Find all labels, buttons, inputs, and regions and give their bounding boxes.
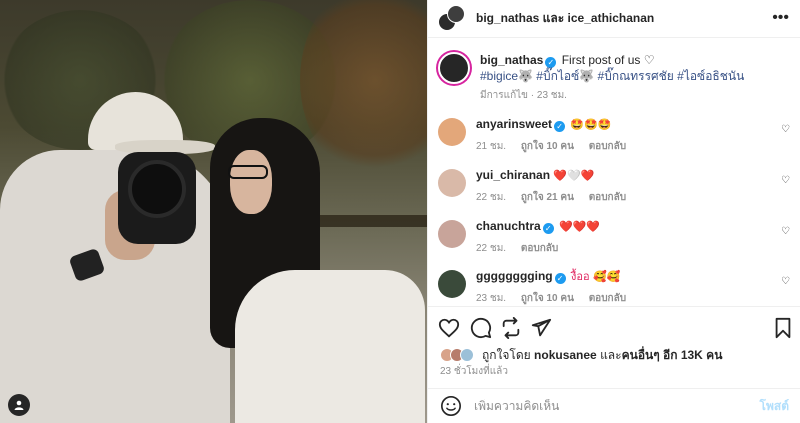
photo-woman-face (230, 150, 272, 214)
caption-meta: มีการแก้ไข · 23 ชม. (480, 90, 567, 101)
comment-likes[interactable]: ถูกใจ 21 คน (521, 192, 574, 203)
caption-username[interactable]: big_nathas (480, 53, 543, 67)
reply-button[interactable]: ตอบกลับ (589, 293, 626, 304)
verified-badge-icon: ✓ (554, 273, 566, 284)
comment-item: anyarinsweet ✓ 🤩🤩🤩 21 ชม. ถูกใจ 10 คน ตอบ… (438, 116, 794, 155)
comment-text: 🤩🤩🤩 (570, 118, 612, 131)
post-comment-button[interactable]: โพสต์ (760, 397, 789, 416)
photo-glasses (228, 165, 268, 179)
share-icon[interactable] (500, 317, 522, 339)
likes-user[interactable]: nokusanee (534, 348, 597, 362)
comment-username[interactable]: gggggggging (476, 269, 553, 283)
likes-middle: และ (596, 348, 622, 362)
reply-button[interactable]: ตอบกลับ (589, 192, 626, 203)
post-caption: big_nathas ✓ First post of us ♡ #bigice🐺 … (438, 52, 788, 104)
avatar[interactable] (438, 52, 470, 84)
send-icon[interactable] (530, 317, 552, 339)
comment-username[interactable]: anyarinsweet (476, 117, 552, 131)
user-tag-icon[interactable] (8, 394, 30, 416)
small-heart-icon[interactable]: ♡ (781, 175, 790, 186)
comment-text: งื้ออ 🥰🥰 (570, 270, 621, 283)
avatar[interactable] (438, 118, 466, 146)
likes-summary[interactable]: ถูกใจโดย nokusanee และคนอื่นๆ อีก 13K คน (440, 346, 722, 365)
comment-item: yui_chiranan ❤️🤍❤️ 22 ชม. ถูกใจ 21 คน ตอ… (438, 167, 794, 206)
small-heart-icon[interactable]: ♡ (781, 276, 790, 287)
liker-avatars (440, 347, 476, 364)
verified-badge-icon: ✓ (554, 121, 566, 132)
comment-item: gggggggging ✓ งื้ออ 🥰🥰 23 ชม. ถูกใจ 10 คน… (438, 268, 794, 307)
reply-button[interactable]: ตอบกลับ (521, 243, 558, 254)
post-authors[interactable]: big_nathas และ ice_athichanan (476, 9, 654, 28)
reply-button[interactable]: ตอบกลับ (589, 141, 626, 152)
small-heart-icon[interactable]: ♡ (781, 124, 790, 135)
comment-likes[interactable]: ถูกใจ 10 คน (521, 293, 574, 304)
verified-badge-icon: ✓ (545, 57, 557, 68)
photo-foliage (300, 0, 427, 180)
caption-hashtags[interactable]: #bigice🐺 #บิ๊กไอซ์🐺 #บิ๊กณทรรศชัย #ไอซ์อ… (480, 69, 744, 83)
avatar[interactable] (438, 169, 466, 197)
comment-time: 23 ชม. (476, 293, 507, 304)
emoji-icon[interactable] (440, 395, 462, 417)
comment-likes[interactable]: ถูกใจ 10 คน (521, 141, 574, 152)
post-header: big_nathas และ ice_athichanan ••• (428, 0, 800, 38)
post-details-panel: big_nathas และ ice_athichanan ••• big_na… (427, 0, 800, 423)
photo-woman-shirt (235, 270, 425, 423)
avatar[interactable] (438, 220, 466, 248)
comment-time: 21 ชม. (476, 141, 507, 152)
post-actions (428, 306, 800, 346)
comment-username[interactable]: chanuchtra (476, 219, 541, 233)
comment-text: ❤️❤️❤️ (559, 220, 601, 233)
comment-icon[interactable] (470, 317, 492, 339)
comment-item: chanuchtra ✓ ❤️❤️❤️ 22 ชม. ตอบกลับ ♡ (438, 218, 794, 257)
comment-input[interactable] (474, 399, 760, 413)
add-comment-bar: โพสต์ (428, 388, 800, 423)
avatar (447, 4, 465, 23)
comment-time: 22 ชม. (476, 243, 507, 254)
avatar[interactable] (438, 270, 466, 298)
photo-camera-lens (128, 160, 186, 218)
small-heart-icon[interactable]: ♡ (781, 226, 790, 237)
comment-username[interactable]: yui_chiranan (476, 168, 550, 182)
post-photo[interactable] (0, 0, 427, 423)
avatar (460, 347, 474, 362)
bookmark-icon[interactable] (772, 317, 794, 339)
verified-badge-icon: ✓ (542, 223, 554, 234)
post-time-ago[interactable]: 23 ชั่วโมงที่แล้ว (440, 364, 508, 379)
likes-prefix: ถูกใจโดย (482, 348, 535, 362)
collab-avatars[interactable] (438, 4, 466, 33)
comment-time: 22 ชม. (476, 192, 507, 203)
heart-icon[interactable] (438, 317, 460, 339)
likes-others[interactable]: คนอื่นๆ อีก 13K คน (622, 348, 723, 362)
comment-text: ❤️🤍❤️ (553, 169, 595, 182)
more-horizontal-icon[interactable]: ••• (772, 8, 789, 28)
caption-text: First post of us ♡ (561, 53, 655, 67)
